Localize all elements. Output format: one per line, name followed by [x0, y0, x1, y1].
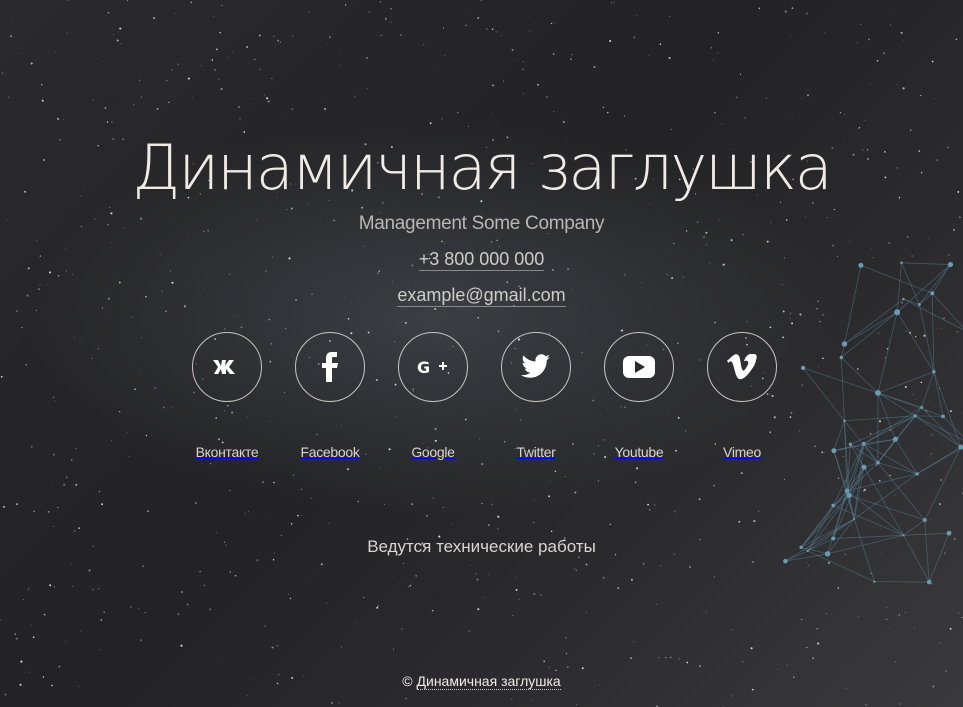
social-label-google: Google	[411, 444, 455, 460]
facebook-circle	[295, 332, 365, 402]
company-subtitle: Management Some Company	[358, 213, 605, 234]
phone-link[interactable]: +3 800 000 000	[418, 249, 545, 271]
social-link-vk[interactable]: Вконтакте	[176, 332, 278, 460]
youtube-circle	[604, 332, 674, 402]
social-link-vimeo[interactable]: Vimeo	[691, 332, 793, 460]
social-label-twitter: Twitter	[516, 444, 556, 460]
vimeo-circle	[707, 332, 777, 402]
social-label-vimeo: Vimeo	[723, 444, 761, 460]
twitter-circle	[501, 332, 571, 402]
facebook-icon	[322, 352, 338, 382]
social-label-youtube: Youtube	[614, 444, 664, 460]
social-link-twitter[interactable]: Twitter	[485, 332, 587, 460]
social-link-youtube[interactable]: Youtube	[588, 332, 690, 460]
email-link[interactable]: example@gmail.com	[397, 285, 566, 307]
page-title: Динамичная заглушка	[132, 131, 833, 204]
social-label-facebook: Facebook	[300, 444, 360, 460]
footer-link[interactable]: Динамичная заглушка	[416, 673, 561, 690]
vimeo-icon	[727, 354, 757, 380]
social-label-vk: Вконтакте	[195, 444, 259, 460]
maintenance-message: Ведутся технические работы	[367, 537, 596, 556]
social-link-facebook[interactable]: Facebook	[279, 332, 381, 460]
youtube-icon	[623, 356, 655, 378]
vk-icon	[213, 360, 235, 374]
google-circle: G	[398, 332, 468, 402]
social-links: Вконтакте Facebook G Google Twitter Yout…	[0, 332, 963, 462]
copyright-symbol: ©	[402, 673, 413, 689]
twitter-icon	[521, 354, 550, 378]
footer: © Динамичная заглушка	[0, 673, 963, 690]
svg-text:G: G	[417, 358, 430, 377]
google-plus-icon: G	[417, 358, 447, 377]
vk-circle	[192, 332, 262, 402]
social-link-google[interactable]: G Google	[382, 332, 484, 460]
